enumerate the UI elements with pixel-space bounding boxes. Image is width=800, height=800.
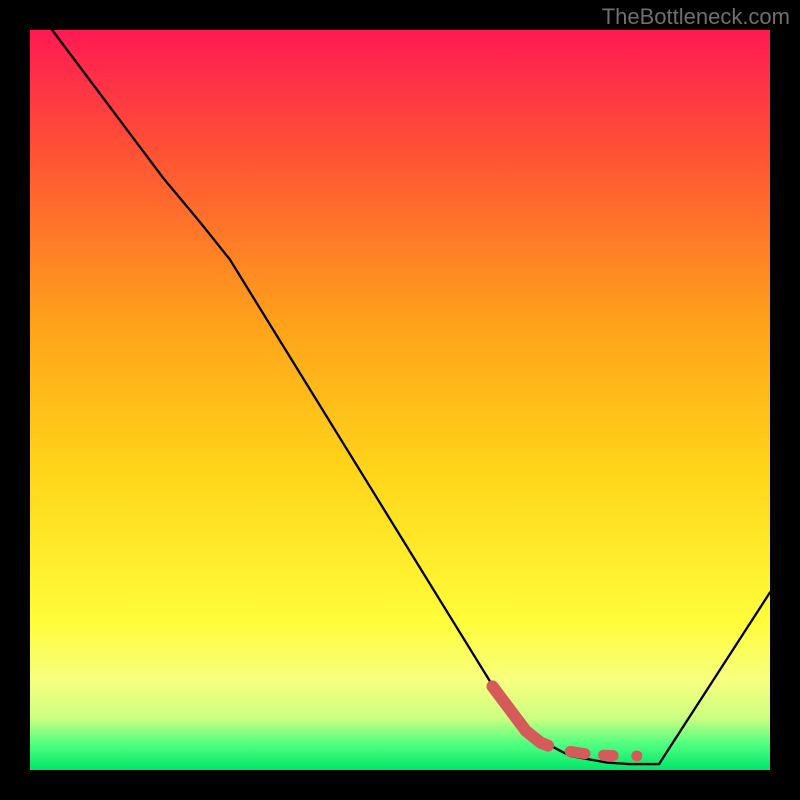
highlight-dash-0: [570, 752, 585, 754]
bottleneck-chart: [0, 0, 800, 800]
plot-background: [30, 30, 770, 770]
highlight-dot: [631, 750, 642, 761]
chart-container: TheBottleneck.com: [0, 0, 800, 800]
